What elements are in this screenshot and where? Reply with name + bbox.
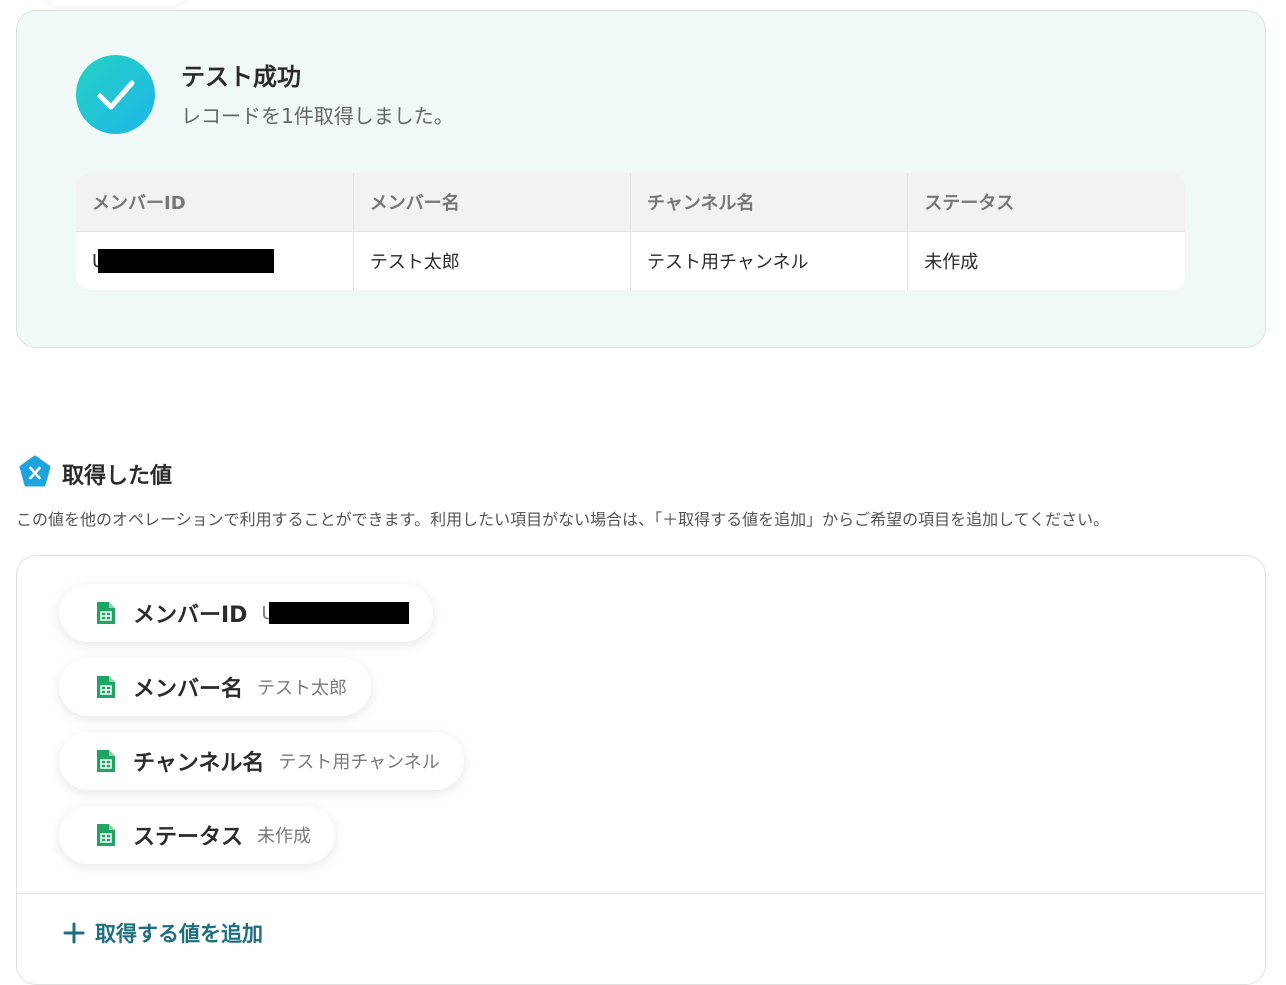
chip-value: テスト太郎 <box>257 678 348 699</box>
chip-label: チャンネル名 <box>133 751 265 776</box>
plus-icon <box>63 922 85 944</box>
success-message: レコードを1件取得しました。 <box>181 104 454 128</box>
result-table: メンバーID メンバー名 チャンネル名 ステータス U テスト太郎 テスト用チャ… <box>76 173 1185 290</box>
chip-value: U <box>261 602 270 624</box>
spreadsheet-icon <box>97 750 115 772</box>
redacted-member-id <box>98 249 274 273</box>
cell-member-name: テスト太郎 <box>352 231 631 290</box>
table-row: U テスト太郎 テスト用チャンネル 未作成 <box>76 231 1185 291</box>
cell-member-id: U <box>76 232 353 291</box>
section-title: 取得した値 <box>62 464 173 489</box>
column-header-channel-name: チャンネル名 <box>629 173 908 232</box>
value-chip-status[interactable]: ステータス 未作成 <box>59 806 336 864</box>
value-chip-member-name[interactable]: メンバー名 テスト太郎 <box>59 658 372 716</box>
add-value-label: 取得する値を追加 <box>95 922 263 946</box>
add-value-button[interactable]: 取得する値を追加 <box>63 918 263 948</box>
table-header-row: メンバーID メンバー名 チャンネル名 ステータス <box>76 173 1185 232</box>
fetched-values-panel: メンバーID U メンバー名 テスト太郎 チャンネル名 テスト用チャンネル ステ… <box>16 555 1266 985</box>
spreadsheet-icon <box>97 824 115 846</box>
chip-label: ステータス <box>133 825 244 850</box>
chip-label: メンバー名 <box>133 677 244 702</box>
value-chip-channel-name[interactable]: チャンネル名 テスト用チャンネル <box>59 732 464 790</box>
fetched-values-header: 取得した値 <box>18 455 172 493</box>
chip-value: テスト用チャンネル <box>278 752 440 773</box>
cell-channel-name: テスト用チャンネル <box>629 231 908 290</box>
panel-divider <box>17 893 1265 894</box>
check-icon <box>76 55 155 134</box>
test-result-panel: テスト成功 レコードを1件取得しました。 メンバーID メンバー名 チャンネル名… <box>16 10 1266 348</box>
chip-label: メンバーID <box>133 603 248 628</box>
column-header-member-name: メンバー名 <box>352 173 631 232</box>
redacted-chip-value <box>269 602 410 624</box>
success-title: テスト成功 <box>181 63 301 91</box>
chip-value: 未作成 <box>257 826 312 847</box>
top-tab-fragment <box>40 0 190 6</box>
spreadsheet-icon <box>97 602 115 624</box>
value-chip-member-id[interactable]: メンバーID U <box>59 584 434 642</box>
column-header-status: ステータス <box>907 173 1185 232</box>
section-description: この値を他のオペレーションで利用することができます。利用したい項目がない場合は、… <box>16 510 1110 529</box>
cell-status: 未作成 <box>907 231 1185 290</box>
variable-x-icon <box>18 455 52 493</box>
spreadsheet-icon <box>97 676 115 698</box>
column-header-member-id: メンバーID <box>76 173 354 232</box>
